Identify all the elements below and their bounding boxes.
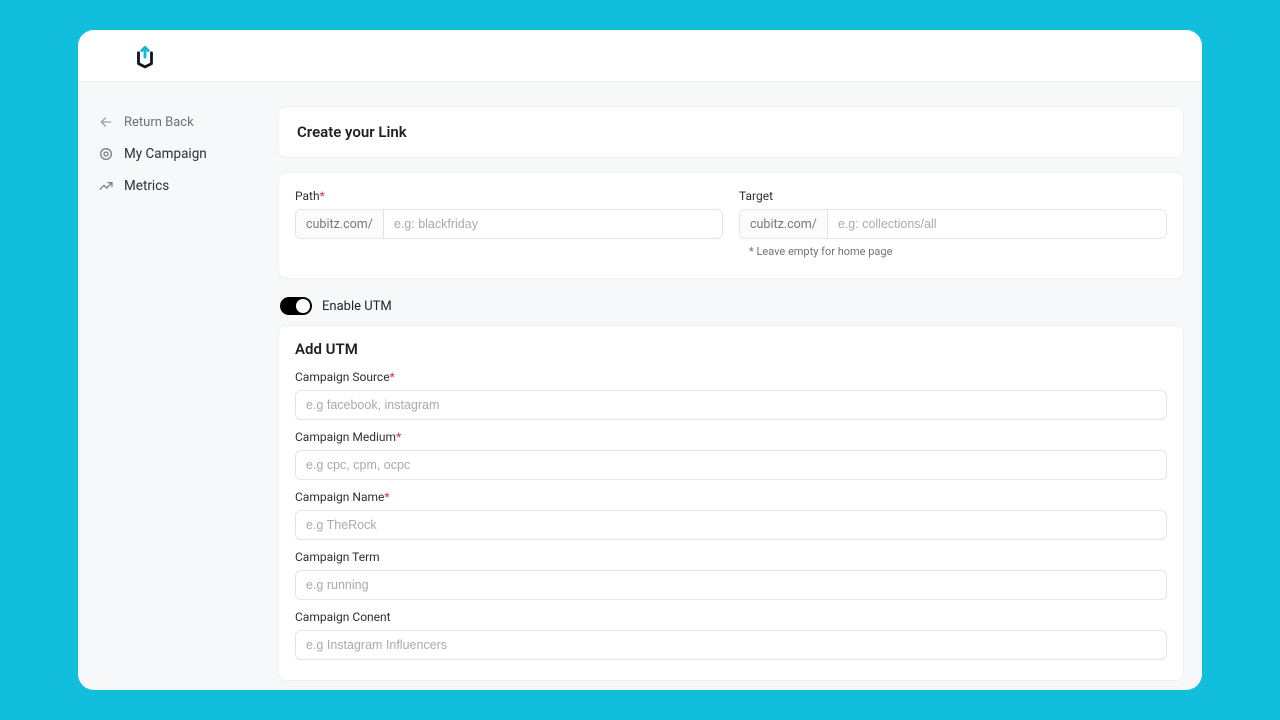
campaign-name-input[interactable] [295,510,1167,540]
target-input-group: cubitz.com/ [739,209,1167,239]
sidebar-item-label: Metrics [124,178,169,194]
main-content: Create your Link Path* cubitz.com/ T [278,82,1202,690]
trending-icon [98,178,114,194]
app-window: Return Back My Campaign Metrics [78,30,1202,690]
enable-utm-toggle[interactable] [280,297,312,315]
campaign-source-input[interactable] [295,390,1167,420]
target-icon [98,146,114,162]
target-prefix: cubitz.com/ [740,210,828,238]
path-input-group: cubitz.com/ [295,209,723,239]
target-hint: * Leave empty for home page [749,245,1167,258]
arrow-left-icon [98,114,114,130]
create-link-fields-card: Path* cubitz.com/ Target cubitz.com/ [278,172,1184,279]
campaign-medium-label: Campaign Medium* [295,430,1167,444]
sidebar-return-back[interactable]: Return Back [78,106,278,138]
path-prefix: cubitz.com/ [296,210,384,238]
add-utm-card: Add UTM Campaign Source* Campaign Medium… [278,325,1184,681]
sidebar: Return Back My Campaign Metrics [78,82,278,690]
path-input[interactable] [384,210,722,238]
sidebar-item-label: My Campaign [124,146,207,162]
brand-logo [132,43,158,69]
toggle-knob [296,299,310,313]
campaign-term-label: Campaign Term [295,550,1167,564]
create-link-header-card: Create your Link [278,106,1184,158]
sidebar-return-label: Return Back [124,115,194,130]
add-utm-title: Add UTM [295,340,1167,358]
topbar [78,30,1202,82]
path-label: Path* [295,189,723,203]
campaign-content-input[interactable] [295,630,1167,660]
campaign-content-label: Campaign Conent [295,610,1167,624]
target-input[interactable] [828,210,1166,238]
campaign-name-label: Campaign Name* [295,490,1167,504]
campaign-term-input[interactable] [295,570,1167,600]
enable-utm-label: Enable UTM [322,299,392,314]
campaign-medium-input[interactable] [295,450,1167,480]
target-label: Target [739,189,1167,203]
sidebar-item-my-campaign[interactable]: My Campaign [78,138,278,170]
create-link-title: Create your Link [297,123,1165,141]
campaign-source-label: Campaign Source* [295,370,1167,384]
enable-utm-row: Enable UTM [278,293,1184,325]
sidebar-item-metrics[interactable]: Metrics [78,170,278,202]
